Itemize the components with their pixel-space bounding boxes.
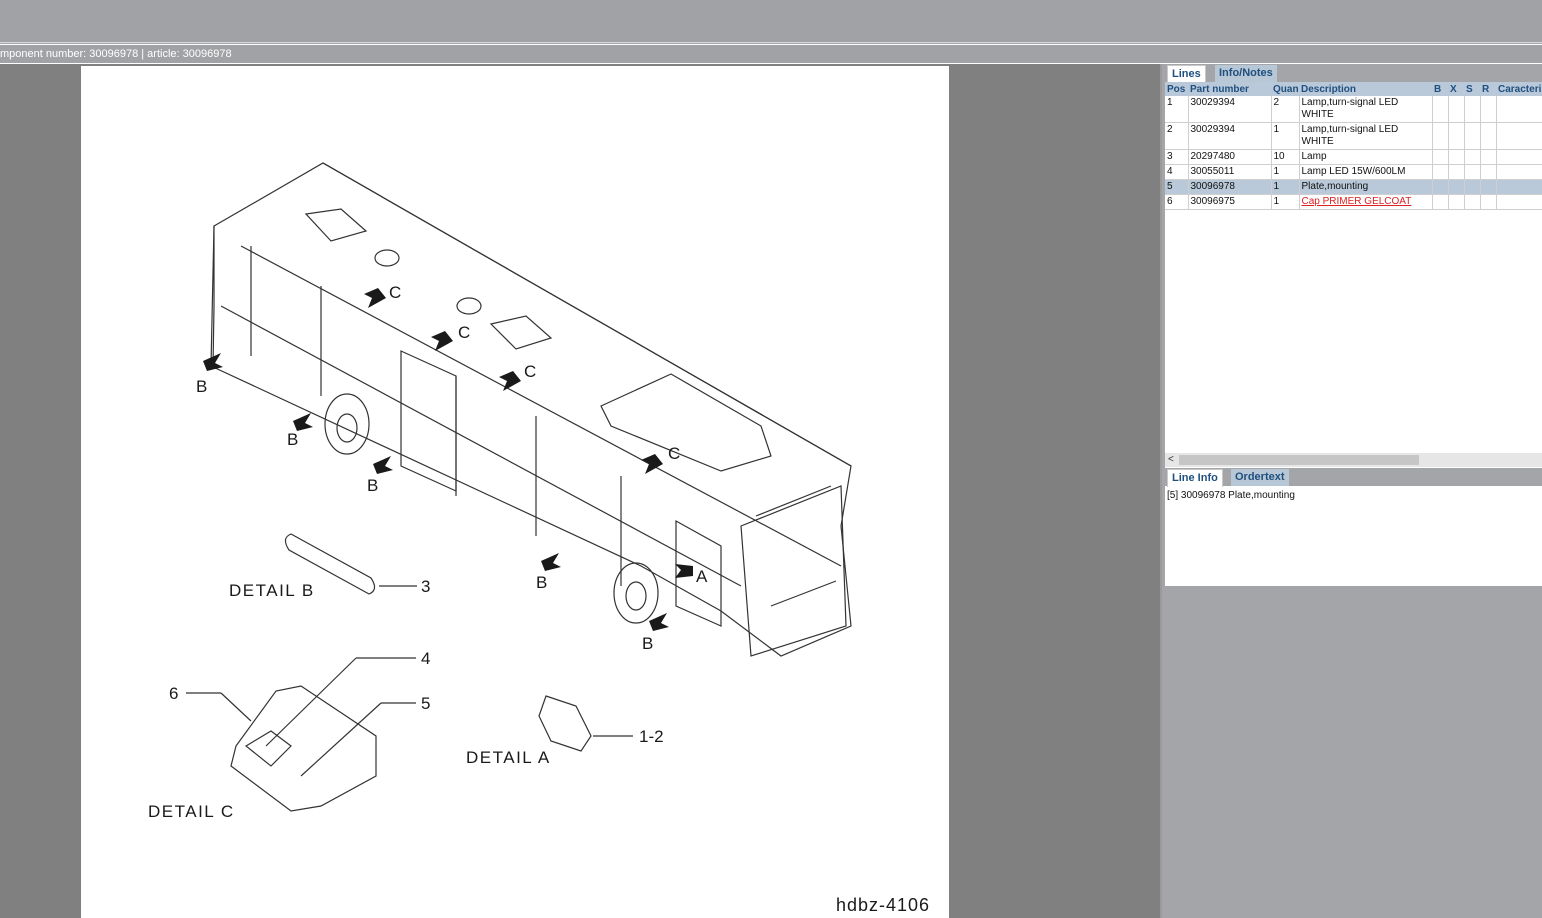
col-description[interactable]: Description [1299, 82, 1432, 96]
cell-quantity: 1 [1271, 122, 1300, 150]
col-r[interactable]: R [1480, 82, 1496, 96]
table-row[interactable]: 4 30055011 1 Lamp LED 15W/600LM [1165, 164, 1542, 180]
cell-description: Plate,mounting [1299, 179, 1433, 195]
drawing-code: hdbz-4106 [836, 895, 930, 915]
detail-b-label: DETAIL B [229, 581, 315, 600]
cell-quantity: 10 [1271, 149, 1300, 165]
detail-c-label: DETAIL C [148, 802, 235, 821]
col-pos[interactable]: Pos [1165, 82, 1188, 96]
cell-description: Lamp,turn-signal LED WHITE [1299, 96, 1433, 123]
callout-c-1: C [389, 283, 401, 302]
tab-ordertext[interactable]: Ordertext [1231, 469, 1289, 486]
line-info-tabs: Line Info Ordertext [1165, 468, 1542, 487]
cell-description: Lamp,turn-signal LED WHITE [1299, 122, 1433, 150]
table-row[interactable]: 1 30029394 2 Lamp,turn-signal LED WHITE [1165, 96, 1542, 123]
tab-lines[interactable]: Lines [1167, 65, 1206, 83]
cell-description-link[interactable]: Cap PRIMER GELCOAT [1299, 194, 1433, 210]
callout-b-5: B [642, 634, 653, 653]
callout-b-3: B [367, 476, 378, 495]
cell-description: Lamp LED 15W/600LM [1299, 164, 1433, 180]
cell-part-number: 30055011 [1188, 164, 1272, 180]
col-b[interactable]: B [1432, 82, 1448, 96]
col-caracteristics[interactable]: Caracteri [1496, 82, 1542, 96]
callout-c-2: C [458, 323, 470, 342]
callout-c-4: C [668, 444, 680, 463]
lines-header-row: Pos Part number Quan Description B X S R… [1165, 82, 1542, 96]
cell-quantity: 1 [1271, 179, 1300, 195]
cell-pos: 2 [1165, 122, 1189, 150]
cell-pos: 1 [1165, 96, 1189, 123]
table-row[interactable]: 6 30096975 1 Cap PRIMER GELCOAT [1165, 194, 1542, 210]
exploded-drawing: C C C C B B B B B A DETAIL B 3 4 5 6 1-2… [148, 162, 930, 915]
detail-c-part [230, 685, 377, 812]
lines-panel: Lines Info/Notes Pos Part number Quan De… [1165, 64, 1542, 468]
ref-1-2: 1-2 [639, 727, 664, 746]
cell-part-number: 30096975 [1188, 194, 1272, 210]
callout-b-2: B [287, 430, 298, 449]
right-pane: Lines Info/Notes Pos Part number Quan De… [1160, 64, 1542, 918]
tab-info-notes[interactable]: Info/Notes [1215, 65, 1277, 82]
scroll-thumb[interactable] [1179, 455, 1419, 465]
callout-c-3: C [524, 362, 536, 381]
cell-pos: 6 [1165, 194, 1189, 210]
callout-b-4: B [536, 573, 547, 592]
top-toolbar [0, 0, 1542, 43]
drawing-sheet: C C C C B B B B B A DETAIL B 3 4 5 6 1-2… [81, 66, 949, 918]
cell-part-number: 20297480 [1188, 149, 1272, 165]
line-info-text: [5] 30096978 Plate,mounting [1167, 490, 1295, 501]
callout-b-1: B [196, 377, 207, 396]
lines-tabs: Lines Info/Notes [1165, 64, 1542, 83]
detail-a-label: DETAIL A [466, 748, 551, 767]
lines-table: Pos Part number Quan Description B X S R… [1165, 82, 1542, 210]
scroll-left-icon[interactable]: < [1168, 453, 1174, 467]
cell-part-number: 30096978 [1188, 179, 1272, 195]
detail-a-part [538, 695, 592, 752]
cell-quantity: 1 [1271, 164, 1300, 180]
breadcrumb: mponent number: 30096978 | article: 3009… [0, 44, 1542, 64]
ref-4: 4 [421, 649, 430, 668]
table-row[interactable]: 2 30029394 1 Lamp,turn-signal LED WHITE [1165, 122, 1542, 150]
cell-pos: 4 [1165, 164, 1189, 180]
cell-description: Lamp [1299, 149, 1433, 165]
ref-5: 5 [421, 694, 430, 713]
ref-6: 6 [169, 684, 178, 703]
cell-pos: 3 [1165, 149, 1189, 165]
lines-horizontal-scrollbar[interactable]: < [1165, 453, 1542, 467]
col-s[interactable]: S [1464, 82, 1480, 96]
cell-quantity: 1 [1271, 194, 1300, 210]
table-row-selected[interactable]: 5 30096978 1 Plate,mounting [1165, 179, 1542, 195]
ref-3: 3 [421, 577, 430, 596]
drawing-viewer[interactable]: C C C C B B B B B A DETAIL B 3 4 5 6 1-2… [0, 64, 1160, 918]
callout-a: A [696, 567, 708, 586]
cell-quantity: 2 [1271, 96, 1300, 123]
cell-part-number: 30029394 [1188, 96, 1272, 123]
table-row[interactable]: 3 20297480 10 Lamp [1165, 149, 1542, 165]
cell-pos: 5 [1165, 179, 1189, 195]
tab-line-info[interactable]: Line Info [1167, 469, 1223, 487]
col-x[interactable]: X [1448, 82, 1464, 96]
line-info-panel: Line Info Ordertext [5] 30096978 Plate,m… [1165, 468, 1542, 586]
col-part-number[interactable]: Part number [1188, 82, 1271, 96]
col-quantity[interactable]: Quan [1271, 82, 1299, 96]
cell-part-number: 30029394 [1188, 122, 1272, 150]
